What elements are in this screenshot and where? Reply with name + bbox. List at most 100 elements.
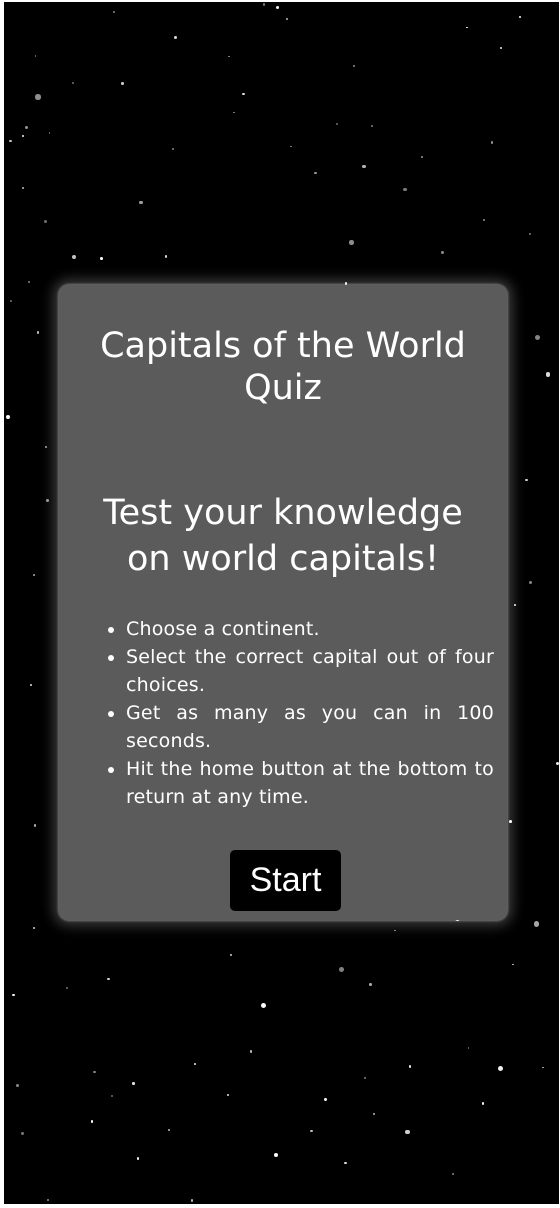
star [112,10,115,13]
star [528,232,532,236]
starfield-background: Capitals of the World Quiz Test your kno… [4,2,559,1204]
star [164,255,168,258]
star [22,187,24,190]
start-button[interactable]: Start [230,850,341,911]
star [324,1098,327,1101]
star [71,81,74,84]
star [314,172,317,175]
star [100,256,103,260]
intro-card: Capitals of the World Quiz Test your kno… [59,285,507,920]
star [111,1094,114,1097]
star [499,46,503,50]
star [227,1093,230,1096]
star [482,218,486,222]
star [349,240,354,245]
star [5,414,11,420]
star [167,1128,170,1131]
rule-item: Choose a continent. [126,615,494,643]
star [106,977,110,981]
star [394,929,397,932]
star [242,92,245,95]
star [533,921,540,927]
star [45,498,49,502]
star [229,953,233,957]
star [21,1132,24,1135]
star [467,1047,470,1049]
star [48,132,51,134]
rule-item: Hit the home button at the bottom to ret… [126,755,494,811]
star [555,762,559,766]
star [420,155,424,159]
star [194,1062,196,1065]
star [30,684,33,687]
star [15,1083,19,1087]
star [9,300,12,303]
star [33,926,36,930]
star [260,1002,266,1008]
star [71,254,77,259]
star [228,55,230,58]
rule-item: Select the correct capital out of four c… [126,643,494,699]
star [290,145,292,148]
star [44,446,47,448]
star [369,982,373,986]
star [362,164,366,169]
star [249,1050,253,1053]
star [24,126,28,130]
star [132,1082,135,1085]
star [509,820,512,824]
star [9,139,13,143]
star [33,824,37,827]
star [338,966,344,972]
star [335,122,339,126]
star [274,1152,279,1157]
star [528,581,532,585]
star [372,1113,375,1116]
star [512,963,514,966]
star [27,280,31,284]
star [466,26,468,29]
star [139,200,143,205]
star [498,1066,504,1072]
star [44,219,48,223]
star [525,478,528,482]
star [518,15,522,18]
star [405,1129,410,1135]
star [344,1162,347,1165]
star [11,993,15,997]
star [262,3,266,6]
star [92,1070,96,1074]
star [121,82,124,85]
star [47,1199,49,1202]
star [481,1102,484,1105]
star [136,1156,140,1160]
rules-list: Choose a continent. Select the correct c… [101,615,494,811]
star [36,330,40,334]
star [352,65,355,68]
star [408,1065,412,1068]
star [440,250,444,254]
star [65,986,69,990]
star [534,335,541,341]
star [370,124,374,128]
star [33,574,36,576]
star [91,1120,94,1123]
star [490,141,494,144]
quiz-title: Capitals of the World Quiz [100,326,466,408]
star [34,55,37,58]
star [172,148,175,150]
star [285,17,289,20]
star [514,604,516,606]
star [275,5,279,9]
star [545,371,551,377]
rule-item: Get as many as you can in 100 seconds. [126,699,494,755]
star [233,111,235,114]
star [22,134,25,137]
quiz-subtitle: Test your knowledge on world capitals! [103,493,463,579]
star [452,1173,455,1176]
star [403,187,407,192]
star [174,36,178,40]
star [35,94,41,100]
star [310,1129,313,1133]
star [541,1066,544,1069]
